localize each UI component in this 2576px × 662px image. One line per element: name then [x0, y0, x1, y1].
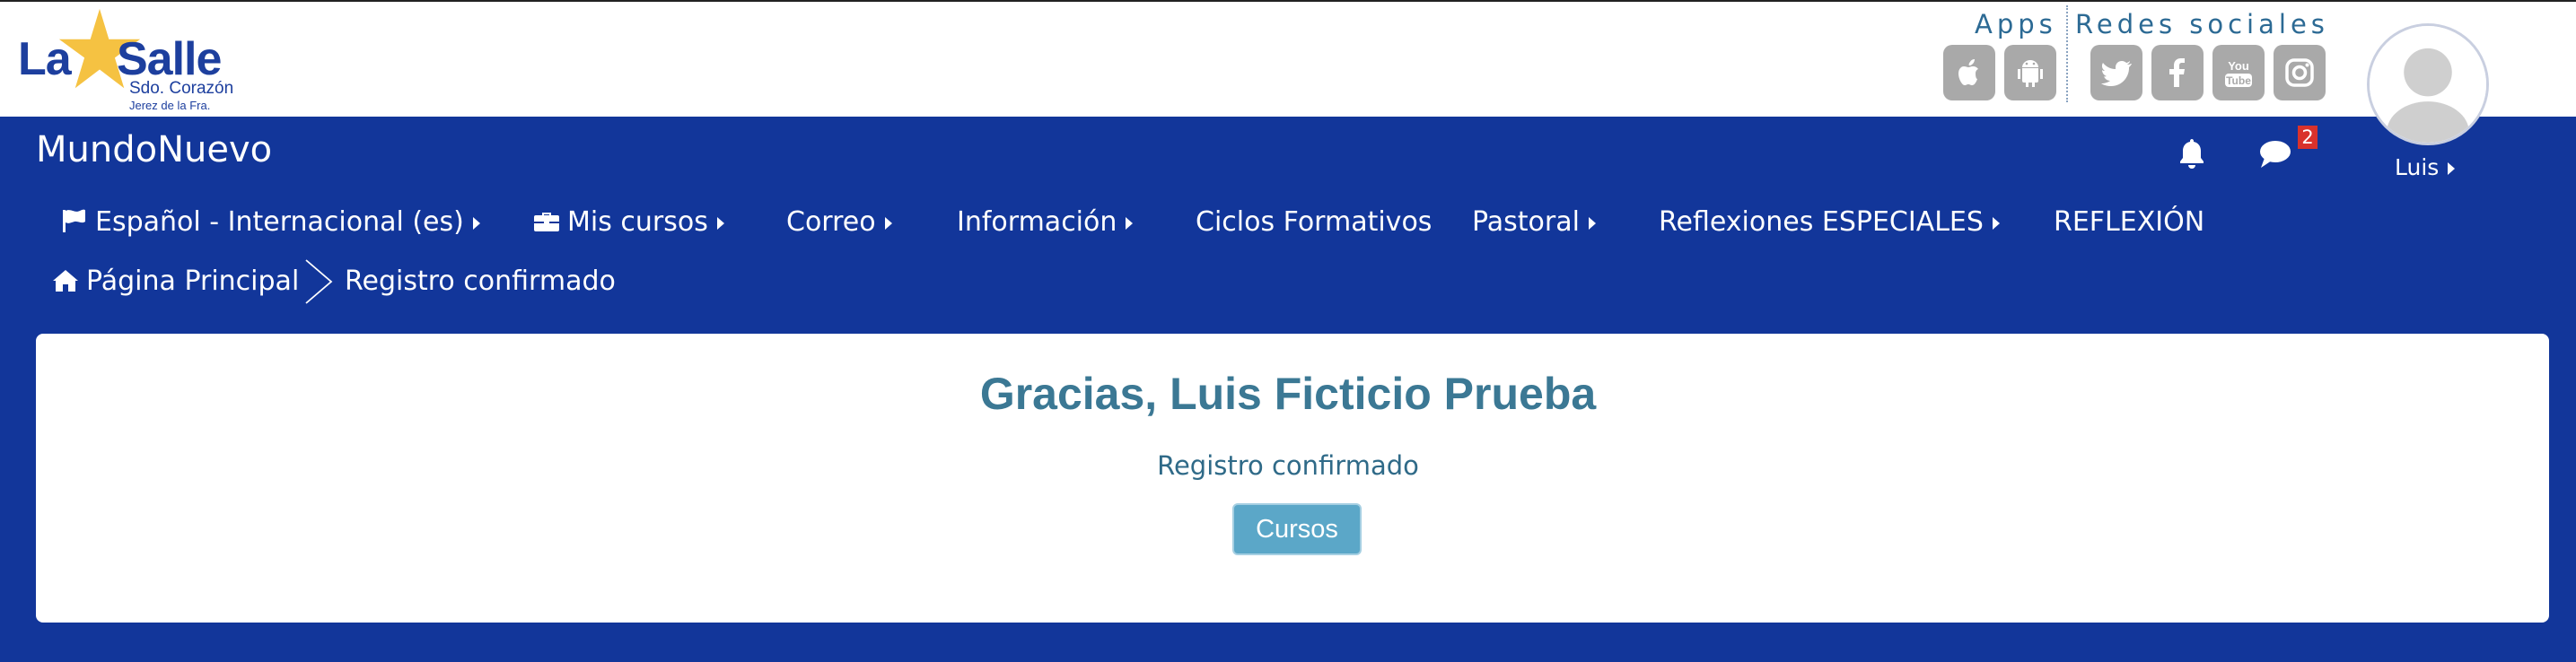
breadcrumb-home-label: Página Principal — [86, 266, 300, 297]
twitter-icon — [2101, 61, 2132, 86]
message-count-badge: 2 — [2298, 126, 2318, 149]
menu-my-courses[interactable]: Mis cursos — [533, 206, 724, 238]
menu-mail[interactable]: Correo — [786, 206, 892, 238]
menu-pastoral[interactable]: Pastoral — [1472, 206, 1596, 238]
android-app-link[interactable] — [2004, 45, 2056, 100]
logo-subtitle: Sdo. Corazón — [129, 79, 234, 98]
breadcrumb-current-label: Registro confirmado — [345, 266, 616, 297]
top-header: La Salle Sdo. Corazón Jerez de la Fra. A… — [0, 0, 2576, 117]
menu-reflexiones-label: Reflexiones ESPECIALES — [1659, 206, 1984, 238]
logo-text-salle: Salle — [117, 33, 222, 85]
user-menu[interactable]: Luis — [2395, 154, 2456, 180]
la-salle-logo[interactable]: La Salle Sdo. Corazón Jerez de la Fra. — [16, 7, 258, 113]
caret-right-icon — [1588, 216, 1596, 230]
instagram-icon — [2285, 58, 2314, 87]
caret-right-icon — [716, 216, 724, 230]
chat-icon[interactable] — [2257, 138, 2293, 170]
menu-info[interactable]: Información — [957, 206, 1134, 238]
breadcrumb-home[interactable]: Página Principal — [52, 266, 299, 297]
apps-title: Apps — [1975, 9, 2057, 39]
apple-icon — [1958, 59, 1978, 85]
menu-my-courses-label: Mis cursos — [567, 206, 708, 238]
apple-app-link[interactable] — [1943, 45, 1995, 100]
page-heading: Gracias, Luis Ficticio Prueba — [979, 369, 1597, 419]
briefcase-icon — [534, 213, 559, 231]
facebook-icon — [2169, 58, 2185, 87]
menu-reflexion-label: REFLEXIÓN — [2054, 206, 2205, 238]
home-icon — [53, 270, 78, 292]
social-title: Redes sociales — [2075, 9, 2329, 39]
menu-mail-label: Correo — [786, 206, 876, 238]
menu-reflexion[interactable]: REFLEXIÓN — [2054, 206, 2204, 238]
bell-icon[interactable] — [2176, 136, 2208, 170]
android-icon — [2018, 60, 2043, 87]
menu-info-label: Información — [957, 206, 1117, 238]
user-avatar[interactable] — [2367, 23, 2489, 145]
breadcrumb-separator-icon — [305, 259, 333, 304]
twitter-link[interactable] — [2090, 45, 2142, 100]
menu-reflexiones[interactable]: Reflexiones ESPECIALES — [1659, 206, 2000, 238]
caret-right-icon — [1126, 216, 1134, 230]
menu-ciclos[interactable]: Ciclos Formativos — [1196, 206, 1432, 238]
user-silhouette-icon — [2370, 26, 2486, 143]
header-divider — [2066, 5, 2068, 102]
svg-text:Tube: Tube — [2226, 74, 2251, 87]
menu-ciclos-label: Ciclos Formativos — [1196, 206, 1433, 238]
confirmation-message: Registro confirmado — [1157, 450, 1419, 481]
caret-right-icon — [472, 216, 480, 230]
logo-location: Jerez de la Fra. — [129, 99, 211, 112]
menu-language[interactable]: Español - Internacional (es) — [61, 206, 480, 238]
facebook-link[interactable] — [2151, 45, 2204, 100]
caret-right-icon — [884, 216, 892, 230]
cursos-button[interactable]: Cursos — [1232, 503, 1362, 555]
caret-right-icon — [1992, 216, 2000, 230]
youtube-icon: You Tube — [2225, 59, 2252, 87]
menu-language-label: Español - Internacional (es) — [95, 206, 464, 238]
flag-icon — [63, 209, 85, 232]
logo-text-la: La — [18, 33, 72, 85]
instagram-link[interactable] — [2274, 45, 2326, 100]
menu-pastoral-label: Pastoral — [1472, 206, 1580, 238]
svg-text:You: You — [2228, 59, 2249, 73]
youtube-link[interactable]: You Tube — [2212, 45, 2265, 100]
site-name[interactable]: MundoNuevo — [36, 129, 272, 170]
user-name: Luis — [2395, 154, 2440, 180]
breadcrumb-current: Registro confirmado — [345, 266, 616, 297]
caret-right-icon — [2448, 162, 2456, 175]
